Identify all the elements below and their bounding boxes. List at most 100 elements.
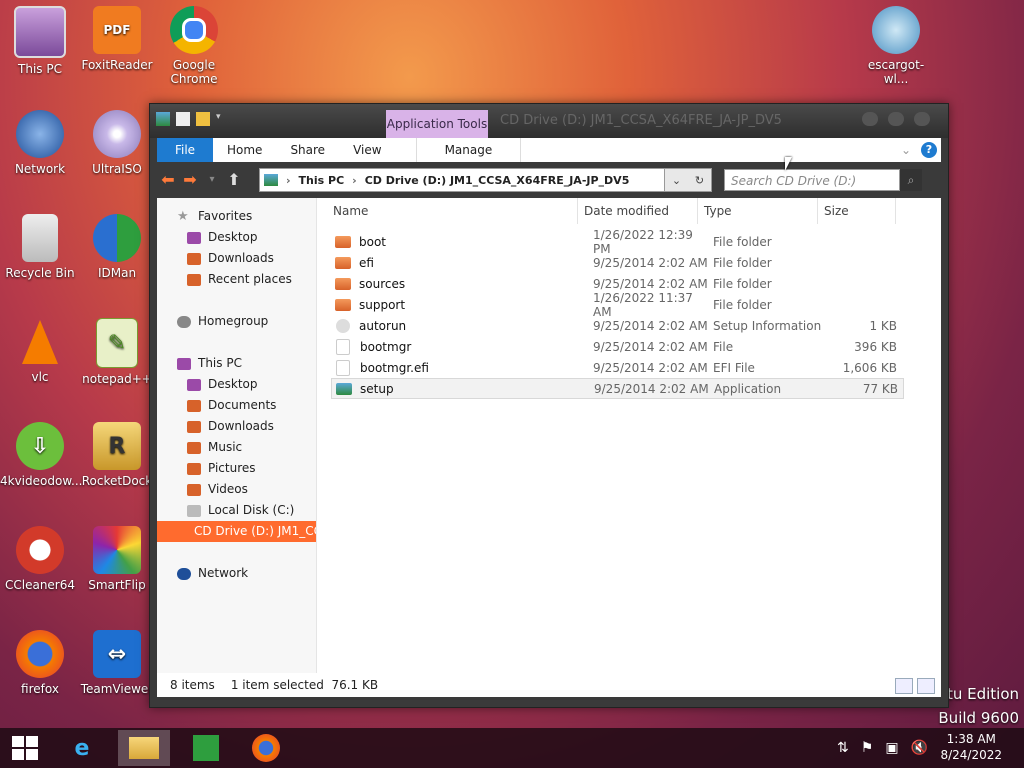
tab-manage[interactable]: Manage (415, 138, 522, 162)
nav-pc-downloads[interactable]: Downloads (157, 416, 316, 437)
desktop-icon-label: FoxitReader (81, 58, 153, 72)
breadcrumb-this-pc[interactable]: This PC (299, 174, 345, 187)
desktop-icon-ccleaner[interactable]: CCleaner64 (0, 526, 80, 592)
nav-network[interactable]: Network (157, 563, 316, 584)
back-button[interactable]: ⬅ (157, 169, 179, 191)
large-icons-view-icon[interactable] (917, 678, 935, 694)
nav-pc-local-disk[interactable]: Local Disk (C:) (157, 500, 316, 521)
nav-pc-documents[interactable]: Documents (157, 395, 316, 416)
nav-fav-desktop[interactable]: Desktop (157, 227, 316, 248)
chevron-down-icon[interactable]: ▾ (216, 112, 230, 126)
file-type: Setup Information (713, 318, 822, 333)
desktop-icon-recycle-bin[interactable]: Recycle Bin (0, 214, 80, 280)
column-date-modified[interactable]: Date modified (578, 198, 698, 224)
breadcrumb-current[interactable]: CD Drive (D:) JM1_CCSA_X64FRE_JA-JP_DV5 (365, 174, 630, 187)
nav-this-pc[interactable]: This PC (157, 353, 316, 374)
close-button[interactable] (914, 112, 930, 126)
search-icon[interactable]: ⌕ (900, 169, 922, 191)
nav-label: This PC (198, 356, 242, 370)
pictures-folder-icon (187, 462, 201, 475)
clock[interactable]: 1:38 AM 8/24/2022 (940, 731, 1002, 763)
recent-places-icon (187, 273, 201, 286)
refresh-icon[interactable]: ↻ (695, 174, 704, 187)
desktop-icon-escargot[interactable]: escargot-wl... (856, 6, 936, 86)
file-type: File folder (713, 297, 772, 312)
nav-label: Desktop (208, 230, 258, 244)
desktop-icon-4kvideo[interactable]: ⇩ 4kvideodow... (0, 422, 82, 488)
file-explorer-icon[interactable] (118, 730, 170, 766)
minimize-button[interactable] (862, 112, 878, 126)
recent-locations-button[interactable]: ▾ (201, 169, 223, 191)
column-name[interactable]: Name (317, 198, 578, 224)
desktop-icon-this-pc[interactable]: This PC (0, 6, 80, 76)
desktop-icon-rocketdock[interactable]: R RocketDock (77, 422, 157, 488)
internet-explorer-icon[interactable]: e (56, 730, 108, 766)
network-arrows-icon[interactable]: ⇅ (837, 740, 849, 756)
videos-folder-icon (187, 483, 201, 496)
nav-pc-music[interactable]: Music (157, 437, 316, 458)
build-watermark: Build 9600 (938, 709, 1019, 727)
column-type[interactable]: Type (698, 198, 818, 224)
tab-share[interactable]: Share (276, 138, 339, 162)
desktop-folder-icon (187, 231, 201, 244)
desktop-icon-chrome[interactable]: Google Chrome (154, 6, 234, 86)
file-date: 1/26/2022 11:37 AM (593, 290, 693, 319)
nav-label: Downloads (208, 419, 274, 433)
start-button[interactable] (12, 736, 38, 760)
properties-icon[interactable] (176, 112, 190, 126)
desktop-icon-label: IDMan (97, 266, 137, 280)
desktop-icon-foxitreader[interactable]: PDF FoxitReader (77, 6, 157, 72)
title-bar: ▾ Application Tools CD Drive (D:) JM1_CC… (150, 104, 948, 138)
desktop-icon-idman[interactable]: IDMan (77, 214, 157, 280)
maximize-button[interactable] (888, 112, 904, 126)
help-icon[interactable]: ? (921, 142, 937, 158)
download-manager-icon (93, 214, 141, 262)
file-row-selected[interactable]: setup 9/25/2014 2:02 AM Application 77 K… (331, 378, 904, 399)
desktop-icon-network[interactable]: Network (0, 110, 80, 176)
file-name: bootmgr (360, 339, 412, 354)
file-row[interactable]: efi 9/25/2014 2:02 AM File folder (331, 252, 904, 273)
nav-label: Pictures (208, 461, 256, 475)
network-status-icon[interactable]: ▣ (885, 740, 898, 756)
chevron-down-icon[interactable]: ⌄ (672, 174, 681, 187)
store-icon[interactable] (180, 730, 232, 766)
nav-fav-recent[interactable]: Recent places (157, 269, 316, 290)
nav-homegroup[interactable]: Homegroup (157, 311, 316, 332)
forward-button[interactable]: ➡ (179, 169, 201, 191)
desktop-icon-notepadpp[interactable]: ✎ notepad++ (77, 318, 157, 386)
nav-fav-downloads[interactable]: Downloads (157, 248, 316, 269)
details-view-icon[interactable] (895, 678, 913, 694)
disc-icon (93, 110, 141, 158)
desktop-icon-ultraiso[interactable]: UltraISO (77, 110, 157, 176)
expand-ribbon-icon[interactable]: ⌄ (901, 143, 911, 157)
file-row[interactable]: boot 1/26/2022 12:39 PM File folder (331, 228, 904, 256)
file-row[interactable]: autorun 9/25/2014 2:02 AM Setup Informat… (331, 315, 904, 336)
file-row[interactable]: bootmgr.efi 9/25/2014 2:02 AM EFI File 1… (331, 357, 904, 378)
column-size[interactable]: Size (818, 198, 896, 224)
address-bar[interactable]: › This PC › CD Drive (D:) JM1_CCSA_X64FR… (259, 168, 665, 192)
action-center-flag-icon[interactable]: ⚑ (861, 740, 874, 756)
new-folder-icon[interactable] (196, 112, 210, 126)
tab-home[interactable]: Home (213, 138, 276, 162)
tab-view[interactable]: View (339, 138, 395, 162)
desktop-icon-firefox[interactable]: firefox (0, 630, 80, 696)
file-row[interactable]: support 1/26/2022 11:37 AM File folder (331, 291, 904, 319)
search-input[interactable]: Search CD Drive (D:) (724, 169, 900, 191)
desktop-icon-vlc[interactable]: vlc (0, 318, 80, 384)
file-row[interactable]: bootmgr 9/25/2014 2:02 AM File 396 KB (331, 336, 904, 357)
drive-icon[interactable] (156, 112, 170, 126)
nav-pc-cd-drive[interactable]: CD Drive (D:) JM1_CCSA (157, 521, 316, 542)
tab-file[interactable]: File (157, 138, 213, 162)
nav-pc-videos[interactable]: Videos (157, 479, 316, 500)
desktop-icon-smartflip[interactable]: SmartFlip (77, 526, 157, 592)
nav-favorites[interactable]: ★ Favorites (157, 206, 316, 227)
firefox-icon[interactable] (240, 730, 292, 766)
column-headers: Name Date modified Type Size (317, 198, 941, 225)
desktop-icon-teamviewer[interactable]: ⇔ TeamViewer (77, 630, 157, 696)
chrome-icon (170, 6, 218, 54)
file-size: 1 KB (869, 318, 897, 333)
nav-pc-pictures[interactable]: Pictures (157, 458, 316, 479)
volume-muted-icon[interactable]: 🔇 (911, 740, 928, 756)
nav-pc-desktop[interactable]: Desktop (157, 374, 316, 395)
up-button[interactable]: ⬆ (223, 169, 245, 191)
